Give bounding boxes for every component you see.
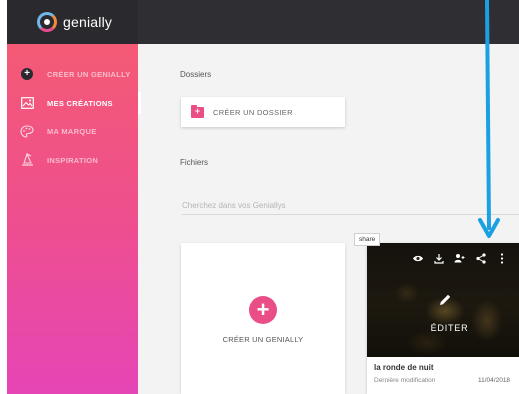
pencil-icon — [438, 293, 452, 307]
create-genially-label: CRÉER UN GENIALLY — [222, 335, 304, 344]
sidebar: + CRÉER UN GENIALLY MES CRÉATIONS MA MAR… — [7, 44, 138, 394]
create-folder-label: CRÉER UN DOSSIER — [213, 107, 293, 117]
main-content: Dossiers CRÉER UN DOSSIER Fichiers + CRÉ… — [138, 44, 519, 394]
active-indicator — [138, 92, 141, 114]
logo[interactable]: genially — [7, 0, 138, 44]
last-modified-label: Dernière modification — [374, 377, 436, 384]
add-user-icon[interactable] — [449, 250, 470, 266]
files-title: Fichiers — [180, 158, 209, 167]
top-bar: genially — [7, 0, 519, 44]
sidebar-item-label: MA MARQUE — [47, 126, 97, 136]
plus-icon: + — [249, 296, 277, 324]
create-genially-card[interactable]: + CRÉER UN GENIALLY — [181, 243, 345, 394]
sidebar-item-label: INSPIRATION — [47, 155, 99, 165]
share-icon[interactable] — [470, 250, 491, 266]
sidebar-item-label: CRÉER UN GENIALLY — [47, 69, 131, 79]
genially-card[interactable]: ÉDITER la ronde de nuit Dernière modific… — [367, 243, 519, 394]
create-folder-button[interactable]: CRÉER UN DOSSIER — [181, 97, 345, 127]
more-icon[interactable] — [491, 250, 512, 266]
sidebar-item-my-brand[interactable]: MA MARQUE — [7, 121, 138, 141]
eye-icon[interactable] — [407, 250, 428, 266]
palette-icon — [20, 124, 34, 138]
edit-button[interactable]: ÉDITER — [367, 323, 519, 333]
search-input[interactable] — [182, 197, 519, 215]
sidebar-item-my-creations[interactable]: MES CRÉATIONS — [7, 93, 138, 113]
genially-logo-icon — [37, 12, 57, 32]
card-toolbar — [407, 250, 512, 266]
plus-circle-icon: + — [20, 67, 34, 81]
wizard-hat-icon — [20, 153, 34, 167]
download-icon[interactable] — [428, 250, 449, 266]
image-icon — [20, 96, 34, 110]
sidebar-item-inspiration[interactable]: INSPIRATION — [7, 150, 138, 170]
card-title[interactable]: la ronde de nuit — [374, 363, 434, 372]
share-tooltip: share — [354, 233, 381, 246]
app-window: genially + CRÉER UN GENIALLY MES CRÉATIO… — [7, 0, 519, 394]
add-folder-icon — [191, 104, 204, 118]
folders-title: Dossiers — [180, 70, 212, 79]
sidebar-item-label: MES CRÉATIONS — [47, 98, 113, 108]
logo-text: genially — [63, 14, 113, 30]
card-thumbnail: ÉDITER — [367, 243, 519, 357]
last-modified-date: 11/04/2018 — [478, 377, 511, 384]
sidebar-item-create-genially[interactable]: + CRÉER UN GENIALLY — [7, 64, 138, 84]
